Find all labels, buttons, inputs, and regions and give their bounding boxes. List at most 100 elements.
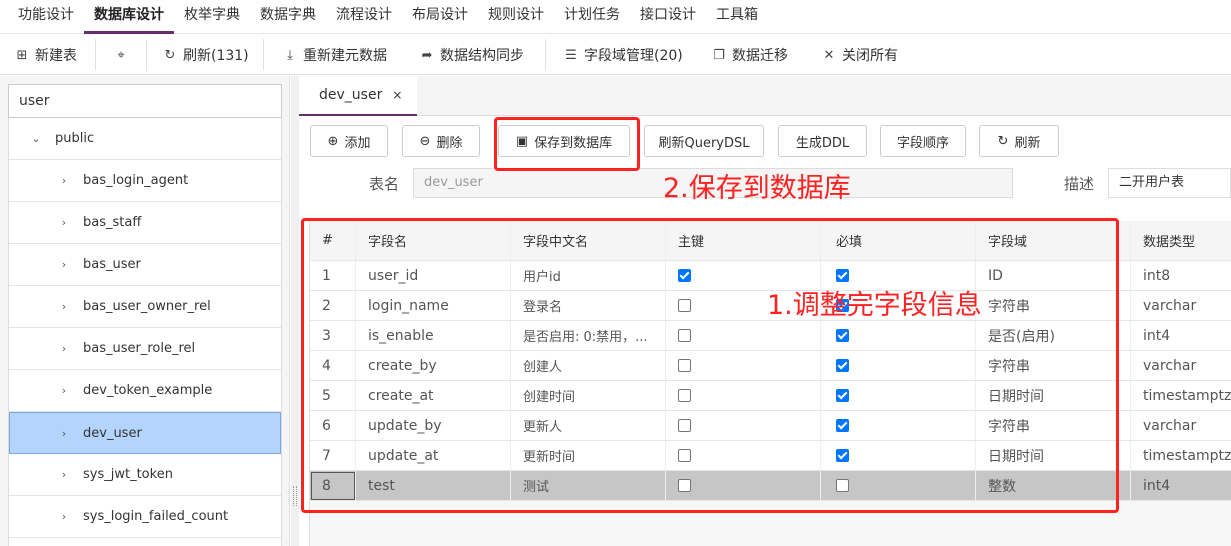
tree-item-table[interactable]: › sys_login_failed_count (9, 496, 281, 538)
col-name-header[interactable]: 字段名 (356, 221, 511, 260)
primary-key-cell[interactable] (666, 441, 821, 470)
field-order-button[interactable]: 字段顺序 (880, 125, 966, 157)
field-cn-name-cell[interactable]: 测试 (511, 471, 666, 500)
menu-item-flow-design[interactable]: 流程设计 (336, 0, 392, 34)
field-name-cell[interactable]: user_id (356, 261, 511, 290)
tree-item-table[interactable]: › bas_user_owner_rel (9, 286, 281, 328)
col-type-header[interactable]: 数据类型 (1131, 221, 1231, 260)
row-number-cell[interactable]: 4 (310, 351, 356, 380)
field-name-cell[interactable]: update_by (356, 411, 511, 440)
required-checkbox[interactable] (836, 359, 849, 372)
table-row[interactable]: 4 create_by 创建人 字符串 varchar (310, 351, 1231, 381)
field-cn-name-cell[interactable]: 创建人 (511, 351, 666, 380)
row-number-cell[interactable]: 6 (310, 411, 356, 440)
data-type-cell[interactable]: varchar (1131, 411, 1231, 440)
required-checkbox[interactable] (836, 269, 849, 282)
tree-item-table[interactable]: › dev_token_example (9, 370, 281, 412)
close-all-button[interactable]: ✕ 关闭所有 (821, 35, 898, 75)
field-domain-cell[interactable]: 是否(启用) (976, 321, 1131, 350)
col-no-header[interactable]: # (310, 221, 356, 260)
field-domain-cell[interactable]: 字符串 (976, 351, 1131, 380)
field-name-cell[interactable]: update_at (356, 441, 511, 470)
refresh-querydsl-button[interactable]: 刷新QueryDSL (644, 125, 764, 157)
data-type-cell[interactable]: int8 (1131, 261, 1231, 290)
generate-ddl-button[interactable]: 生成DDL (778, 125, 867, 157)
field-name-cell[interactable]: test (356, 471, 511, 500)
col-pk-header[interactable]: 主键 (666, 221, 821, 260)
description-field[interactable]: 二开用户表 (1108, 168, 1231, 198)
field-name-cell[interactable]: create_by (356, 351, 511, 380)
table-row[interactable]: 7 update_at 更新时间 日期时间 timestamptz (310, 441, 1231, 471)
col-required-header[interactable]: 必填 (821, 221, 976, 260)
field-name-cell[interactable]: is_enable (356, 321, 511, 350)
table-row[interactable]: 5 create_at 创建时间 日期时间 timestamptz (310, 381, 1231, 411)
row-number-cell[interactable]: 7 (310, 441, 356, 470)
menu-item-scheduled-tasks[interactable]: 计划任务 (564, 0, 620, 34)
required-cell[interactable] (821, 321, 976, 350)
data-type-cell[interactable]: timestamptz (1131, 441, 1231, 470)
tab-dev-user[interactable]: dev_user × (299, 76, 417, 116)
table-row-selected[interactable]: 8 test 测试 整数 int4 (310, 471, 1231, 501)
field-domain-cell[interactable]: 日期时间 (976, 381, 1131, 410)
field-domain-cell[interactable]: 字符串 (976, 291, 1131, 320)
add-field-button[interactable]: ⊕ 添加 (310, 125, 388, 157)
row-number-editor[interactable]: 8 (311, 471, 355, 500)
primary-key-checkbox[interactable] (678, 329, 691, 342)
data-type-cell[interactable]: int4 (1131, 321, 1231, 350)
field-cn-name-cell[interactable]: 更新时间 (511, 441, 666, 470)
row-number-cell[interactable]: 8 (310, 471, 356, 500)
primary-key-checkbox[interactable] (678, 359, 691, 372)
primary-key-checkbox[interactable] (678, 419, 691, 432)
menu-item-enum-dict[interactable]: 枚举字典 (184, 0, 240, 34)
required-checkbox[interactable] (836, 479, 849, 492)
close-icon[interactable]: × (392, 88, 402, 102)
tree-node-schema[interactable]: ⌄ public (9, 118, 281, 160)
table-search-input[interactable] (8, 84, 282, 118)
required-checkbox[interactable] (836, 419, 849, 432)
primary-key-cell[interactable] (666, 381, 821, 410)
primary-key-cell[interactable] (666, 351, 821, 380)
primary-key-checkbox[interactable] (678, 449, 691, 462)
primary-key-checkbox[interactable] (678, 269, 691, 282)
field-cn-name-cell[interactable]: 用户id (511, 261, 666, 290)
save-to-database-button[interactable]: ▣ 保存到数据库 (498, 125, 630, 157)
data-type-cell[interactable]: int4 (1131, 471, 1231, 500)
menu-item-data-dict[interactable]: 数据字典 (260, 0, 316, 34)
data-type-cell[interactable]: varchar (1131, 291, 1231, 320)
required-cell[interactable] (821, 441, 976, 470)
field-domain-cell[interactable]: 日期时间 (976, 441, 1131, 470)
field-domain-cell[interactable]: 字符串 (976, 411, 1131, 440)
menu-item-rule-design[interactable]: 规则设计 (488, 0, 544, 34)
tree-item-table-selected[interactable]: › dev_user (9, 412, 281, 454)
menu-item-function-design[interactable]: 功能设计 (18, 0, 74, 34)
col-cn-header[interactable]: 字段中文名 (511, 221, 666, 260)
primary-key-cell[interactable] (666, 471, 821, 500)
domain-manage-button[interactable]: ☰ 字段域管理(20) (563, 35, 683, 75)
menu-item-database-design[interactable]: 数据库设计 (84, 0, 174, 34)
row-number-cell[interactable]: 3 (310, 321, 356, 350)
primary-key-checkbox[interactable] (678, 479, 691, 492)
table-row[interactable]: 6 update_by 更新人 字符串 varchar (310, 411, 1231, 441)
tree-item-table[interactable]: › bas_login_agent (9, 160, 281, 202)
refresh-tables-button[interactable]: ↻ 刷新(131) (162, 35, 249, 75)
menu-item-layout-design[interactable]: 布局设计 (412, 0, 468, 34)
field-name-cell[interactable]: login_name (356, 291, 511, 320)
field-cn-name-cell[interactable]: 是否启用: 0:禁用，... (511, 321, 666, 350)
field-cn-name-cell[interactable]: 登录名 (511, 291, 666, 320)
required-checkbox[interactable] (836, 329, 849, 342)
data-type-cell[interactable]: varchar (1131, 351, 1231, 380)
required-cell[interactable] (821, 381, 976, 410)
sync-structure-button[interactable]: ➦ 数据结构同步 (419, 35, 524, 75)
refresh-fields-button[interactable]: ↻ 刷新 (979, 125, 1059, 157)
required-checkbox[interactable] (836, 449, 849, 462)
row-number-cell[interactable]: 5 (310, 381, 356, 410)
field-cn-name-cell[interactable]: 更新人 (511, 411, 666, 440)
row-number-cell[interactable]: 2 (310, 291, 356, 320)
tree-item-table[interactable]: › bas_user (9, 244, 281, 286)
primary-key-cell[interactable] (666, 321, 821, 350)
locate-button[interactable]: ⌖ (113, 35, 134, 75)
new-table-button[interactable]: ⊞ 新建表 (14, 35, 77, 75)
tree-item-table[interactable]: › sys_jwt_token (9, 454, 281, 496)
primary-key-cell[interactable] (666, 411, 821, 440)
required-cell[interactable] (821, 471, 976, 500)
